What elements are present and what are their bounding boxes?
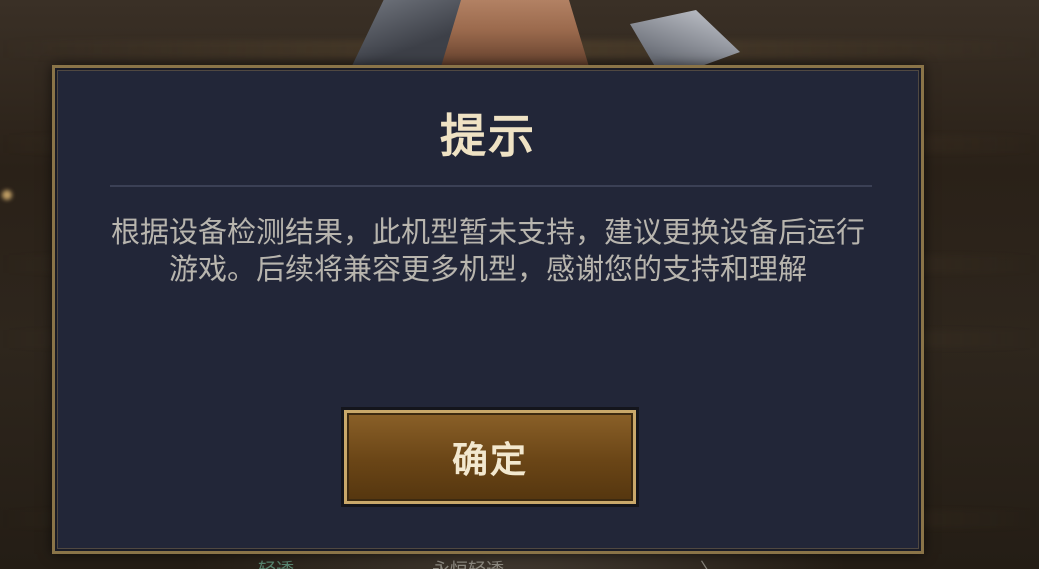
title-divider	[110, 185, 872, 187]
confirm-button-face[interactable]: 确定	[344, 410, 636, 504]
dialog-title: 提示	[440, 109, 536, 163]
confirm-button[interactable]: 确定	[341, 407, 639, 507]
chevron-right-icon: 〉	[700, 556, 718, 569]
notice-dialog: 提示 根据设备检测结果，此机型暂未支持，建议更换设备后运行游戏。后续将兼容更多机…	[52, 65, 924, 554]
armor-plate-center	[440, 0, 590, 70]
dialog-message: 根据设备检测结果，此机型暂未支持，建议更换设备后运行游戏。后续将兼容更多机型，感…	[110, 215, 865, 286]
confirm-button-label: 确定	[451, 440, 528, 481]
glow-dot	[2, 190, 12, 200]
bottom-hint-left: 轻透	[258, 556, 294, 569]
bottom-hint-mid: 永恒轻透	[432, 556, 504, 569]
game-background: 轻透 永恒轻透 〉 提示 根据设备检测结果，此机型暂未支持，建议更换设备后运行游…	[0, 0, 1039, 569]
